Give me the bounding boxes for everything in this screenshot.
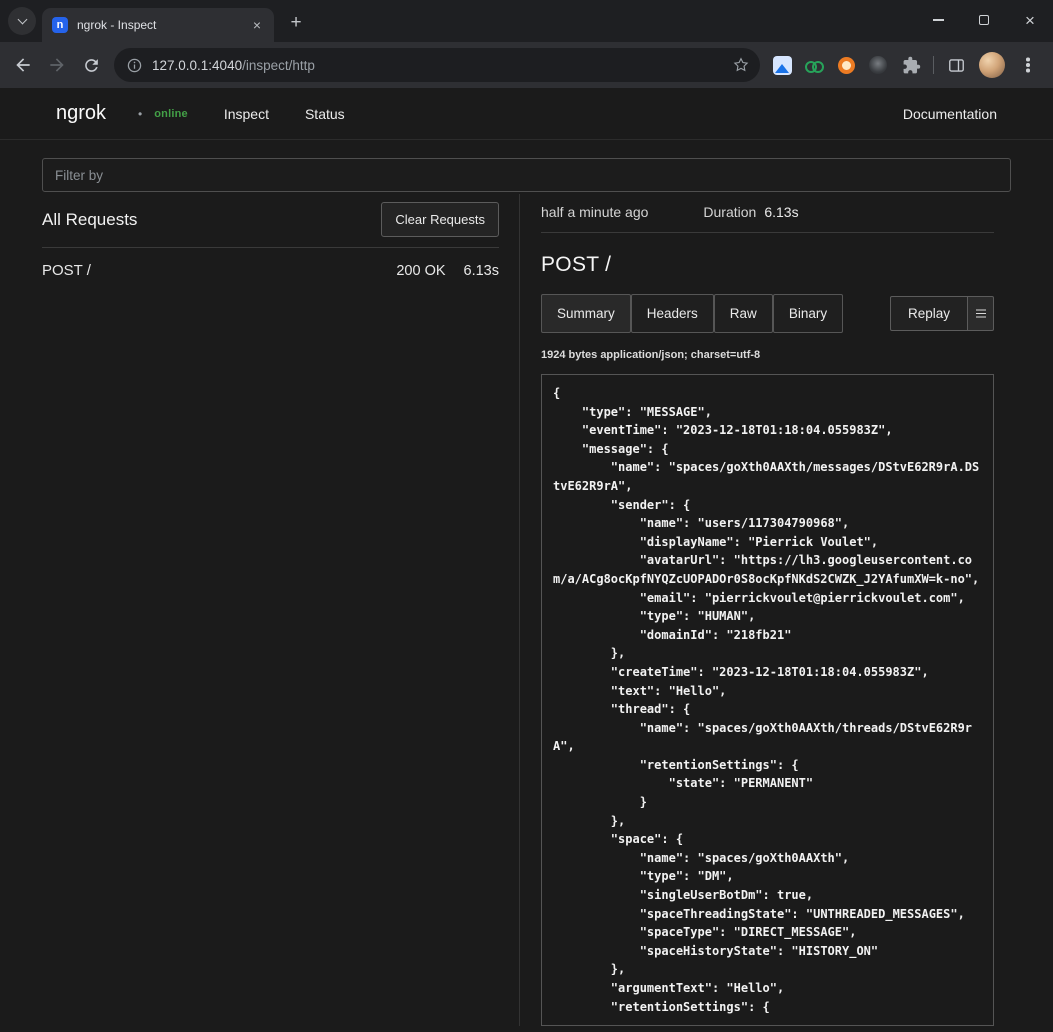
content-meta: 1924 bytes application/json; charset=utf… bbox=[541, 349, 994, 361]
ngrok-favicon-icon: n bbox=[52, 17, 68, 33]
tab-summary[interactable]: Summary bbox=[541, 294, 631, 333]
request-status: 200 OK bbox=[396, 263, 445, 279]
all-requests-title: All Requests bbox=[42, 210, 137, 230]
forward-button[interactable] bbox=[40, 48, 74, 82]
detail-tabs: Summary Headers Raw Binary Replay bbox=[541, 294, 994, 333]
side-panel-button[interactable] bbox=[939, 48, 973, 82]
site-header: ngrok • online Inspect Status Documentat… bbox=[0, 88, 1053, 140]
requests-panel: All Requests Clear Requests POST / 200 O… bbox=[42, 194, 499, 1026]
extensions-puzzle-icon bbox=[902, 56, 921, 75]
ngrok-inspect-page: ngrok • online Inspect Status Documentat… bbox=[0, 88, 1053, 1032]
back-arrow-icon bbox=[13, 55, 33, 75]
tab-binary[interactable]: Binary bbox=[773, 294, 843, 333]
requests-panel-header: All Requests Clear Requests bbox=[42, 194, 499, 248]
url-text[interactable]: 127.0.0.1:4040/inspect/http bbox=[152, 58, 732, 73]
detail-panel: half a minute ago Duration 6.13s POST / S… bbox=[541, 194, 994, 1026]
side-panel-icon bbox=[947, 56, 966, 75]
extensions-button[interactable] bbox=[894, 48, 928, 82]
window-close-button[interactable]: × bbox=[1007, 0, 1053, 40]
chevron-down-icon bbox=[17, 15, 27, 25]
request-time-ago: half a minute ago bbox=[541, 204, 648, 220]
replay-menu-button[interactable] bbox=[968, 296, 994, 331]
online-status-badge: online bbox=[154, 108, 188, 120]
tab-close-icon[interactable]: × bbox=[248, 16, 266, 34]
detail-panel-header: half a minute ago Duration 6.13s bbox=[541, 194, 994, 233]
back-button[interactable] bbox=[6, 48, 40, 82]
nav-inspect[interactable]: Inspect bbox=[224, 106, 269, 122]
tab-title: ngrok - Inspect bbox=[77, 18, 248, 32]
window-minimize-button[interactable] bbox=[915, 0, 961, 40]
toolbar-separator bbox=[933, 56, 934, 74]
url-path: /inspect/http bbox=[242, 58, 315, 73]
browser-chrome: n ngrok - Inspect × + × 127.0.0.1:4040/i… bbox=[0, 0, 1053, 88]
ngrok-logo[interactable]: ngrok bbox=[56, 102, 106, 125]
address-bar[interactable]: 127.0.0.1:4040/inspect/http bbox=[114, 48, 760, 82]
extension-icon-image-tool[interactable] bbox=[766, 48, 798, 82]
glasses-extension-icon bbox=[805, 61, 824, 70]
reload-button[interactable] bbox=[74, 48, 108, 82]
new-tab-button[interactable]: + bbox=[282, 9, 310, 37]
tab-search-button[interactable] bbox=[8, 7, 36, 35]
minimize-icon bbox=[933, 19, 944, 21]
profile-avatar[interactable] bbox=[979, 52, 1005, 78]
image-extension-icon bbox=[773, 56, 792, 75]
browser-menu-button[interactable] bbox=[1011, 48, 1045, 82]
window-maximize-button[interactable] bbox=[961, 0, 1007, 40]
duration-label: Duration bbox=[703, 204, 756, 220]
response-body-box: { "type": "MESSAGE", "eventTime": "2023-… bbox=[541, 374, 994, 1026]
browser-toolbar: 127.0.0.1:4040/inspect/http bbox=[0, 42, 1053, 88]
site-body: All Requests Clear Requests POST / 200 O… bbox=[0, 140, 1053, 1026]
kebab-menu-icon bbox=[1026, 63, 1030, 67]
maximize-icon bbox=[979, 15, 989, 25]
replay-group: Replay bbox=[890, 296, 994, 331]
url-origin: 127.0.0.1:4040 bbox=[152, 58, 242, 73]
nav-status[interactable]: Status bbox=[305, 106, 345, 122]
close-icon: × bbox=[1025, 12, 1035, 29]
bookmark-star-icon[interactable] bbox=[732, 56, 750, 74]
nav-documentation[interactable]: Documentation bbox=[903, 106, 997, 122]
clear-requests-button[interactable]: Clear Requests bbox=[381, 202, 499, 237]
json-body: { "type": "MESSAGE", "eventTime": "2023-… bbox=[553, 384, 982, 1016]
replay-button[interactable]: Replay bbox=[890, 296, 968, 331]
request-row[interactable]: POST / 200 OK 6.13s bbox=[42, 248, 499, 293]
panel-divider bbox=[519, 194, 520, 1026]
request-duration: 6.13s bbox=[464, 263, 499, 279]
tab-strip: n ngrok - Inspect × + × bbox=[0, 0, 1053, 42]
status-separator-dot: • bbox=[138, 107, 142, 121]
hamburger-icon bbox=[976, 313, 986, 315]
request-detail-title: POST / bbox=[541, 253, 994, 277]
duration-value: 6.13s bbox=[764, 204, 798, 220]
tab-raw[interactable]: Raw bbox=[714, 294, 773, 333]
forward-arrow-icon bbox=[47, 55, 67, 75]
circle-extension-icon bbox=[869, 56, 887, 74]
browser-tab-active[interactable]: n ngrok - Inspect × bbox=[42, 8, 274, 42]
filter-input[interactable] bbox=[42, 158, 1011, 192]
request-method-path: POST / bbox=[42, 262, 91, 279]
reload-icon bbox=[82, 56, 101, 75]
duration-group: Duration 6.13s bbox=[703, 204, 798, 220]
content-columns: All Requests Clear Requests POST / 200 O… bbox=[42, 194, 1011, 1026]
window-controls: × bbox=[915, 0, 1053, 40]
extension-icon-green-glasses[interactable] bbox=[798, 48, 830, 82]
extension-icon-orange-ring[interactable] bbox=[830, 48, 862, 82]
extension-icon-dark-circle[interactable] bbox=[862, 48, 894, 82]
tab-headers[interactable]: Headers bbox=[631, 294, 714, 333]
site-info-icon[interactable] bbox=[126, 57, 143, 74]
ring-extension-icon bbox=[838, 57, 855, 74]
